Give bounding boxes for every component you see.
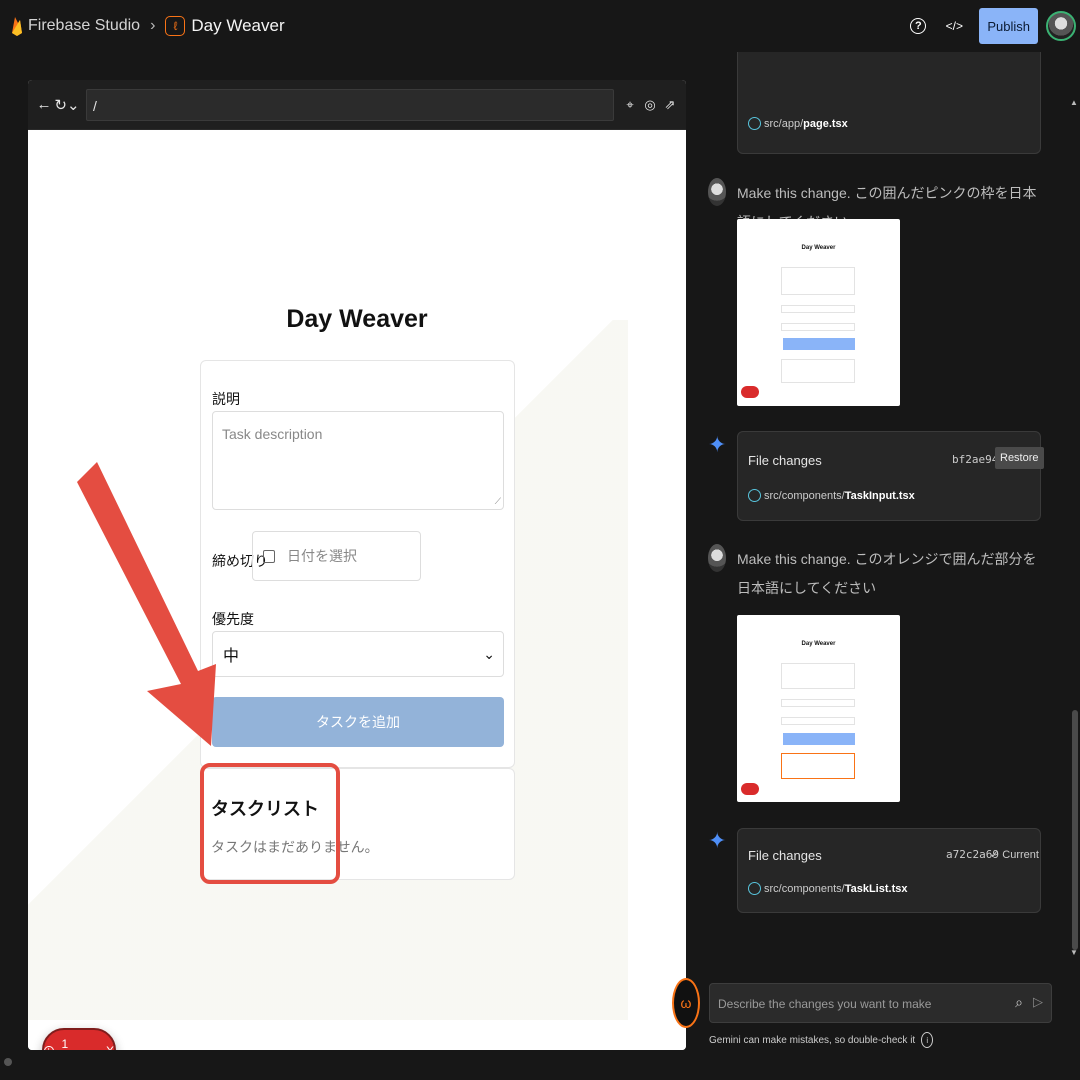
thumb-issue-pill (741, 386, 759, 398)
send-icon[interactable]: ▷ (1033, 994, 1043, 1010)
chat-input[interactable]: Describe the changes you want to make ⌕ … (709, 983, 1052, 1023)
chat-input-placeholder: Describe the changes you want to make (718, 997, 932, 1011)
code-view-button[interactable]: </> (943, 15, 965, 37)
back-icon[interactable]: ← (34, 96, 54, 113)
thumb-field (781, 305, 855, 313)
brand-name: Firebase Studio (28, 17, 141, 34)
current-status: ✓ Current (990, 849, 1039, 861)
gemini-spark-icon: ✦ (708, 432, 727, 457)
file-name: page.tsx (803, 117, 848, 130)
file-dir: src/app/ (764, 117, 804, 130)
thumb-title: Day Weaver (801, 641, 836, 647)
app-page: Day Weaver 説明 Task description ⟋ 締め切り 日付… (28, 130, 686, 1050)
help-icon: ? (910, 18, 927, 34)
file-name: TaskList.tsx (844, 882, 908, 895)
firebase-icon (12, 17, 22, 36)
chat-scrollbar[interactable]: ▲ ▼ (1070, 98, 1078, 960)
thumb-button (783, 338, 855, 350)
breadcrumb-separator: › (150, 17, 156, 34)
react-icon (748, 882, 761, 895)
file-link[interactable]: src/app/page.tsx (748, 117, 848, 130)
thumb-field (781, 359, 855, 383)
file-dir: src/components/ (764, 882, 845, 895)
project-name[interactable]: Day Weaver (191, 16, 284, 36)
react-icon (748, 489, 761, 502)
code-icon: </> (945, 19, 964, 33)
attached-screenshot[interactable]: Day Weaver (737, 219, 900, 406)
open-external-icon[interactable]: ⇗ (660, 97, 680, 113)
info-icon[interactable]: i (921, 1032, 934, 1048)
user-avatar-icon (708, 178, 726, 206)
scroll-down-icon[interactable]: ▼ (1070, 948, 1078, 957)
preview-panel: ← ↻⌄ / ⌖ ◎ ⇗ Day Weaver 説明 Task descript… (28, 80, 686, 1050)
restore-button[interactable]: Restore (995, 447, 1044, 469)
file-change-card: File changes a72c2a69 ✓ Current src/comp… (737, 828, 1041, 913)
attach-icon[interactable]: ⌕ (1015, 994, 1023, 1011)
thumb-field (781, 663, 855, 689)
thumb-field (781, 699, 855, 707)
gemini-spark-icon: ✦ (708, 828, 727, 853)
scrollbar-thumb[interactable] (1072, 710, 1078, 950)
scroll-up-icon[interactable]: ▲ (1070, 98, 1078, 107)
attached-screenshot[interactable]: Day Weaver (737, 615, 900, 802)
chat-panel: src/app/page.tsx Make this change. この囲んだ… (700, 52, 1080, 962)
help-button[interactable]: ? (907, 15, 929, 37)
file-changes-title: File changes (748, 848, 822, 863)
issue-badge[interactable]: ! 1 Issue X (42, 1028, 116, 1050)
close-icon[interactable]: X (106, 1044, 114, 1050)
thumb-field (781, 717, 855, 725)
thumb-field (781, 323, 855, 331)
react-icon (748, 117, 761, 130)
file-name: TaskInput.tsx (844, 489, 915, 502)
top-bar: Firebase Studio › ℓ Day Weaver ? </> Pub… (0, 0, 1080, 52)
thumb-highlight (781, 753, 855, 779)
url-input[interactable]: / (86, 88, 614, 121)
select-element-icon[interactable]: ⌖ (620, 97, 640, 113)
annotation-arrow (77, 462, 216, 746)
file-change-card-previous: src/app/page.tsx (737, 52, 1041, 154)
user-avatar-icon (708, 544, 726, 572)
thumb-title: Day Weaver (801, 245, 836, 251)
disclaimer-text: Gemini can make mistakes, so double-chec… (709, 1034, 916, 1046)
brand[interactable]: Firebase Studio › ℓ Day Weaver (10, 15, 285, 37)
file-dir: src/components/ (764, 489, 845, 502)
alert-icon: ! (44, 1046, 54, 1050)
avatar-icon (1046, 11, 1076, 41)
file-change-card: File changes bf2ae946 Restore src/compon… (737, 431, 1044, 521)
gemini-logo-icon: ω (672, 978, 700, 1028)
file-link[interactable]: src/components/TaskList.tsx (748, 882, 907, 895)
publish-button[interactable]: Publish (979, 8, 1038, 44)
thumb-issue-pill (741, 783, 759, 795)
user-avatar[interactable] (1044, 6, 1078, 46)
thumb-button (783, 733, 855, 745)
thumb-field (781, 267, 855, 295)
file-link[interactable]: src/components/TaskInput.tsx (748, 489, 915, 502)
reload-icon[interactable]: ↻⌄ (54, 96, 80, 114)
disclaimer: Gemini can make mistakes, so double-chec… (709, 1032, 934, 1048)
preview-toolbar: ← ↻⌄ / ⌖ ◎ ⇗ (28, 80, 686, 130)
issue-label: 1 Issue (61, 1037, 69, 1050)
device-icon[interactable]: ◎ (640, 97, 660, 113)
file-changes-title: File changes (748, 453, 822, 468)
user-message: Make this change. このオレンジで囲んだ部分を日本語にしてくださ… (737, 551, 1037, 596)
status-dot (4, 1058, 12, 1066)
project-icon: ℓ (165, 16, 186, 36)
